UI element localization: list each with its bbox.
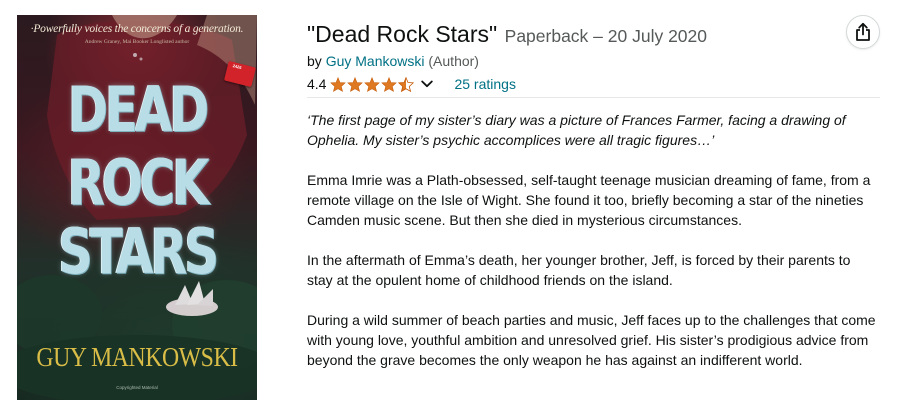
by-label: by: [307, 53, 322, 69]
book-cover-image[interactable]: ·Powerfully voices the concerns of a gen…: [17, 15, 257, 400]
star-icon: [381, 76, 398, 92]
product-title: "Dead Rock Stars": [307, 21, 498, 47]
cover-quote-attribution: Andrew Graney, Mai Booker Longlisted aut…: [84, 39, 190, 45]
star-icon: [364, 76, 381, 92]
product-title-row: "Dead Rock Stars" Paperback – 20 July 20…: [307, 21, 707, 48]
chevron-down-icon: [421, 80, 434, 88]
product-format: Paperback – 20 July 2020: [504, 26, 708, 46]
cover-quote: ·Powerfully voices the concerns of a gen…: [30, 23, 244, 35]
share-icon: [856, 22, 870, 41]
cover-title-line-3: STARS: [58, 215, 219, 288]
ratings-count-link[interactable]: 25 ratings: [454, 76, 515, 92]
description-paragraph-1: ‘The first page of my sister’s diary was…: [307, 112, 846, 148]
cover-footer: Copyrighted Material: [116, 385, 158, 390]
rating-popover-toggle[interactable]: [421, 80, 434, 88]
cover-sticker-label: 2426: [232, 63, 243, 71]
author-role: (Author): [428, 53, 479, 69]
cover-title-line-2: ROCK: [67, 146, 210, 219]
cover-title-line-1: DEAD: [67, 73, 209, 146]
half-star-icon: [398, 76, 415, 92]
rating-value: 4.4: [307, 76, 327, 92]
author-link[interactable]: Guy Mankowski: [326, 53, 425, 69]
star-icon: [347, 76, 364, 92]
description-paragraph-4: During a wild summer of beach parties an…: [307, 312, 876, 368]
divider: [307, 97, 880, 98]
share-button[interactable]: [846, 15, 880, 49]
description-paragraph-2: Emma Imrie was a Plath-obsessed, self-ta…: [307, 172, 871, 228]
star-icon: [330, 76, 347, 92]
description-paragraph-3: In the aftermath of Emma’s death, her yo…: [307, 252, 851, 288]
cover-author: GUY MANKOWSKI: [36, 342, 238, 372]
byline: by Guy Mankowski (Author): [307, 53, 479, 69]
rating-row: 4.4 25 ratings: [307, 76, 516, 92]
star-rating[interactable]: [330, 76, 415, 92]
